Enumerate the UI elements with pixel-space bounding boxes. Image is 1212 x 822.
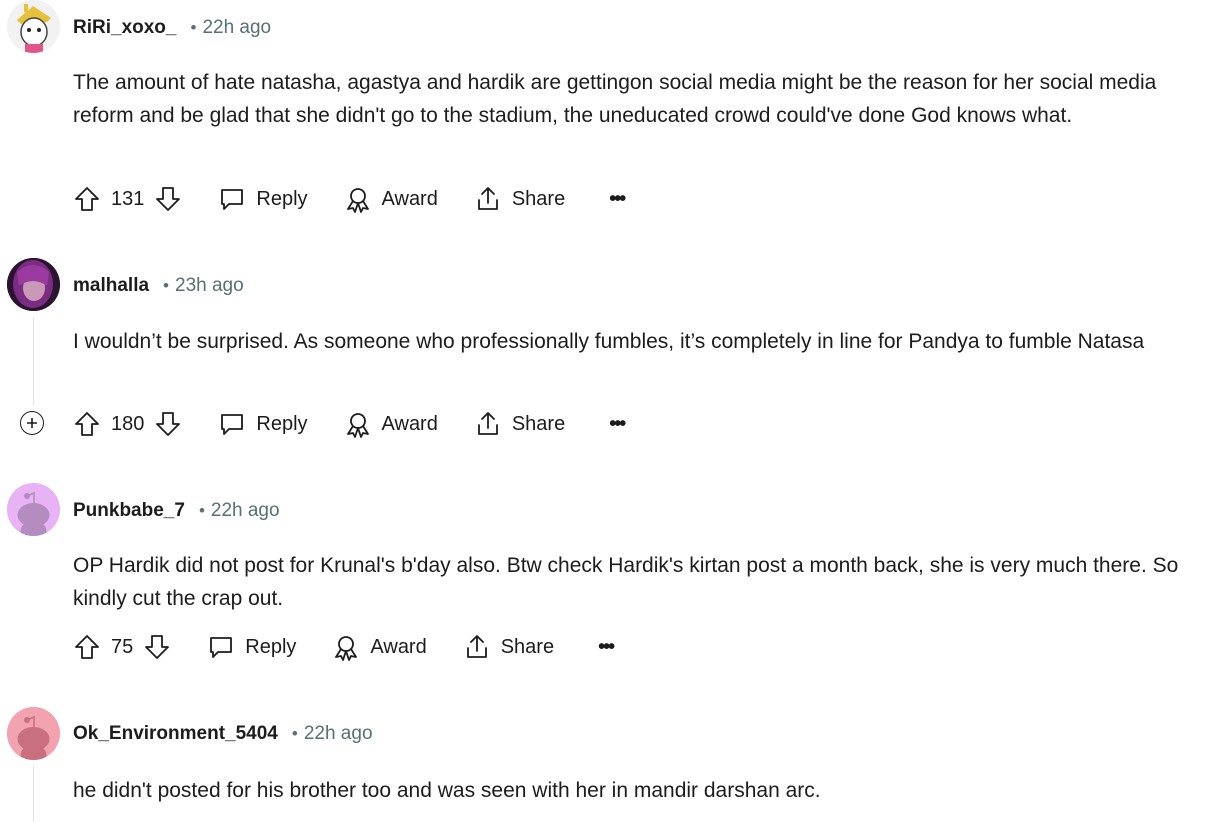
arrow-down-icon	[156, 187, 181, 211]
award-label: Award	[381, 187, 438, 210]
reply-button[interactable]: Reply	[207, 633, 296, 661]
avatar[interactable]	[7, 707, 60, 760]
plus-circle-icon	[27, 418, 37, 428]
downvote-button[interactable]	[143, 633, 171, 661]
arrow-down-icon	[156, 412, 181, 436]
share-label: Share	[500, 635, 555, 658]
avatar-image	[7, 0, 60, 53]
more-options-button[interactable]: •••	[609, 188, 626, 211]
more-options-button[interactable]: •••	[609, 413, 626, 436]
author-name[interactable]: Ok_Environment_5404	[73, 723, 278, 745]
share-label: Share	[511, 412, 566, 435]
timestamp[interactable]: 23h ago	[175, 275, 244, 297]
share-upload-icon	[466, 635, 487, 658]
comment-header: Ok_Environment_5404 • 22h ago	[73, 722, 373, 746]
snoo-avatar-icon	[7, 483, 60, 536]
author-name[interactable]: Punkbabe_7	[73, 500, 185, 522]
comment-header: RiRi_xoxo_ • 22h ago	[73, 16, 271, 40]
separator-dot: •	[291, 724, 298, 743]
award-button[interactable]: Award	[344, 185, 438, 213]
more-options-button[interactable]: •••	[598, 636, 615, 659]
speech-bubble-icon	[221, 189, 244, 210]
share-button[interactable]: Share	[474, 185, 565, 213]
separator-dot: •	[198, 501, 205, 520]
share-button[interactable]: Share	[474, 410, 565, 438]
vote-score: 75	[111, 635, 134, 658]
award-ribbon-icon	[346, 413, 369, 438]
comment-actions: 75 Reply Award Share •••	[73, 627, 615, 667]
reply-label: Reply	[245, 635, 297, 658]
reply-label: Reply	[256, 187, 308, 210]
comment-body: I wouldn’t be surprised. As someone who …	[73, 330, 1145, 353]
avatar-image	[7, 258, 60, 311]
downvote-button[interactable]	[154, 410, 182, 438]
upvote-button[interactable]	[73, 185, 101, 213]
arrow-down-icon	[145, 635, 170, 659]
award-label: Award	[370, 635, 427, 658]
timestamp[interactable]: 22h ago	[211, 500, 280, 522]
vote-score: 180	[111, 412, 145, 435]
upvote-button[interactable]	[73, 410, 101, 438]
avatar[interactable]	[7, 0, 60, 53]
separator-dot: •	[190, 18, 197, 37]
reply-button[interactable]: Reply	[218, 410, 308, 438]
arrow-up-icon	[75, 635, 99, 659]
share-upload-icon	[477, 412, 498, 435]
award-ribbon-icon	[346, 188, 369, 213]
award-ribbon-icon	[335, 636, 358, 661]
comment-actions: 180 Reply Award Share •••	[73, 404, 626, 444]
comment-body: OP Hardik did not post for Krunal's b'da…	[73, 554, 1179, 610]
comment-header: Punkbabe_7 • 22h ago	[73, 499, 280, 523]
comment-header: malhalla • 23h ago	[73, 274, 244, 298]
thread-line[interactable]	[33, 766, 34, 822]
timestamp[interactable]: 22h ago	[304, 723, 373, 745]
speech-bubble-icon	[210, 637, 233, 658]
snoo-avatar-icon	[7, 707, 60, 760]
timestamp[interactable]: 22h ago	[202, 17, 271, 39]
award-label: Award	[381, 412, 438, 435]
reply-button[interactable]: Reply	[218, 185, 308, 213]
arrow-up-icon	[75, 187, 99, 211]
share-upload-icon	[477, 187, 498, 210]
avatar[interactable]	[7, 483, 60, 536]
share-label: Share	[511, 187, 566, 210]
avatar[interactable]	[7, 258, 60, 311]
upvote-button[interactable]	[73, 633, 101, 661]
arrow-up-icon	[75, 412, 99, 436]
author-name[interactable]: malhalla	[73, 275, 149, 297]
award-button[interactable]: Award	[344, 410, 438, 438]
share-button[interactable]: Share	[463, 633, 554, 661]
comment-actions: 131 Reply Award Share •••	[73, 179, 626, 219]
award-button[interactable]: Award	[332, 633, 427, 661]
downvote-button[interactable]	[154, 185, 182, 213]
expand-thread-button[interactable]	[20, 411, 44, 435]
separator-dot: •	[163, 276, 169, 295]
speech-bubble-icon	[221, 414, 244, 435]
thread-line[interactable]	[33, 318, 34, 406]
comment-body: The amount of hate natasha, agastya and …	[73, 71, 1157, 127]
reply-label: Reply	[256, 412, 308, 435]
comment-body: he didn't posted for his brother too and…	[73, 779, 821, 802]
author-name[interactable]: RiRi_xoxo_	[73, 17, 176, 39]
vote-score: 131	[111, 187, 145, 210]
